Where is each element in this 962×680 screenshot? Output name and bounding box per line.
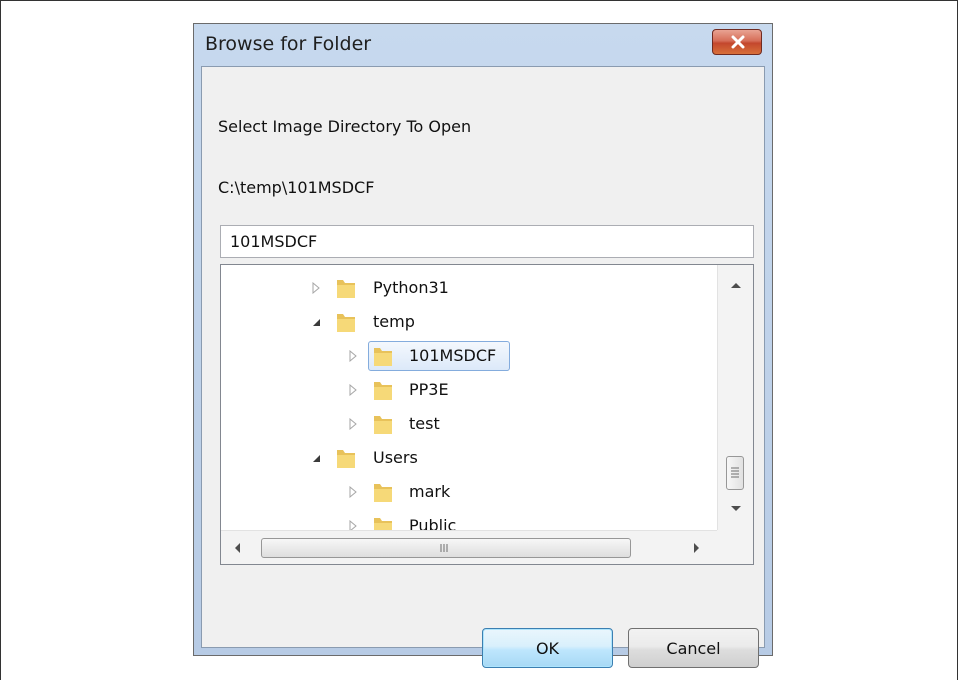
tree-item-label: 101MSDCF: [409, 346, 497, 365]
vertical-scrollbar[interactable]: [717, 265, 753, 530]
scroll-up-arrow-icon[interactable]: [730, 281, 742, 289]
tree-item-public[interactable]: Public: [221, 509, 717, 530]
close-icon: [731, 35, 745, 49]
scroll-down-arrow-icon[interactable]: [730, 505, 742, 513]
horizontal-scrollbar[interactable]: [221, 530, 717, 564]
tree-item-test[interactable]: test: [221, 407, 717, 441]
vertical-scroll-thumb[interactable]: [726, 456, 744, 490]
triangle-right-icon[interactable]: [348, 486, 358, 498]
tree-item-label: Users: [373, 448, 418, 467]
folder-icon: [337, 280, 355, 298]
current-path-label: C:\temp\101MSDCF: [218, 178, 375, 197]
folder-icon: [374, 484, 392, 502]
dialog-body: Select Image Directory To Open C:\temp\1…: [201, 66, 765, 668]
folder-icon: [337, 450, 355, 468]
scroll-left-arrow-icon[interactable]: [233, 542, 241, 554]
tree-item-label: mark: [409, 482, 451, 501]
triangle-right-icon[interactable]: [348, 520, 358, 530]
tree-item-python31[interactable]: Python31: [221, 271, 717, 305]
scroll-right-arrow-icon[interactable]: [693, 542, 701, 554]
tree-item-users[interactable]: Users: [221, 441, 717, 475]
cancel-button[interactable]: Cancel: [628, 628, 759, 668]
folder-name-field[interactable]: [220, 225, 754, 258]
browse-for-folder-dialog: Browse for Folder Select Image Directory…: [193, 23, 773, 668]
tree-item-label: PP3E: [409, 380, 449, 399]
folder-icon: [374, 348, 392, 366]
tree-item-pp3e[interactable]: PP3E: [221, 373, 717, 407]
triangle-down-icon[interactable]: [311, 452, 321, 464]
scrollbar-corner: [717, 530, 753, 564]
triangle-down-icon[interactable]: [311, 316, 321, 328]
triangle-right-icon[interactable]: [311, 282, 321, 294]
title-bar[interactable]: Browse for Folder: [194, 24, 772, 66]
folder-tree-viewport: Python31 temp 101MSDCF PP3E test Users m…: [221, 265, 717, 530]
triangle-right-icon[interactable]: [348, 418, 358, 430]
grip-icon: [440, 544, 448, 552]
close-button[interactable]: [712, 29, 762, 55]
dialog-description: Select Image Directory To Open: [218, 117, 472, 136]
dialog-title: Browse for Folder: [205, 33, 372, 55]
ok-button[interactable]: OK: [482, 628, 613, 668]
folder-icon: [374, 518, 392, 530]
horizontal-scroll-thumb[interactable]: [261, 538, 631, 558]
tree-item-label: Python31: [373, 278, 449, 297]
tree-item-mark[interactable]: mark: [221, 475, 717, 509]
tree-item-label: test: [409, 414, 440, 433]
tree-item-label: temp: [373, 312, 415, 331]
grip-icon: [731, 467, 739, 478]
tree-item-temp[interactable]: temp: [221, 305, 717, 339]
folder-icon: [374, 416, 392, 434]
tree-item-101msdcf[interactable]: 101MSDCF: [221, 339, 717, 373]
folder-icon: [337, 314, 355, 332]
tree-item-label: Public: [409, 516, 457, 530]
folder-tree: Python31 temp 101MSDCF PP3E test Users m…: [220, 264, 754, 565]
folder-icon: [374, 382, 392, 400]
triangle-right-icon[interactable]: [348, 384, 358, 396]
triangle-right-icon[interactable]: [348, 350, 358, 362]
